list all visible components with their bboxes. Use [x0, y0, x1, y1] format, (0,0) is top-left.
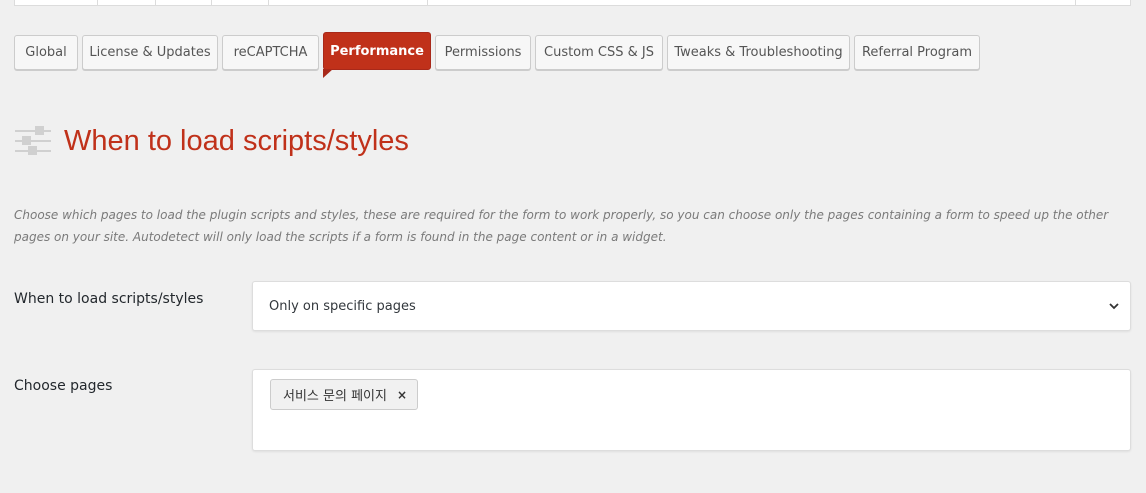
tab-referral-program[interactable]: Referral Program [854, 35, 980, 70]
tab-recaptcha[interactable]: reCAPTCHA [222, 35, 319, 70]
load-scripts-select[interactable]: Only on specific pages [252, 281, 1131, 331]
tab-tweaks-troubleshooting[interactable]: Tweaks & Troubleshooting [667, 35, 850, 70]
load-scripts-selected-value: Only on specific pages [269, 298, 416, 314]
tab-license-updates[interactable]: License & Updates [82, 35, 218, 70]
chip-label: 서비스 문의 페이지 [283, 389, 387, 404]
tab-custom-css-js[interactable]: Custom CSS & JS [535, 35, 663, 70]
choose-pages-label: Choose pages [14, 378, 113, 394]
remove-chip-icon[interactable]: × [397, 388, 407, 402]
tab-permissions[interactable]: Permissions [435, 35, 531, 70]
page-title: When to load scripts/styles [64, 124, 409, 157]
tab-global[interactable]: Global [14, 35, 78, 70]
load-setting-label: When to load scripts/styles [14, 291, 204, 307]
section-header: When to load scripts/styles [14, 122, 409, 160]
section-description: Choose which pages to load the plugin sc… [14, 208, 1109, 244]
settings-tabs: Global License & Updates reCAPTCHA Perfo… [14, 32, 984, 78]
tab-performance[interactable]: Performance [323, 32, 431, 78]
chevron-down-icon [1109, 303, 1119, 310]
selected-page-chip: 서비스 문의 페이지 × [270, 379, 419, 410]
sliders-icon [15, 126, 51, 155]
top-panel [14, 0, 1131, 6]
choose-pages-input[interactable]: 서비스 문의 페이지 × [252, 369, 1131, 451]
